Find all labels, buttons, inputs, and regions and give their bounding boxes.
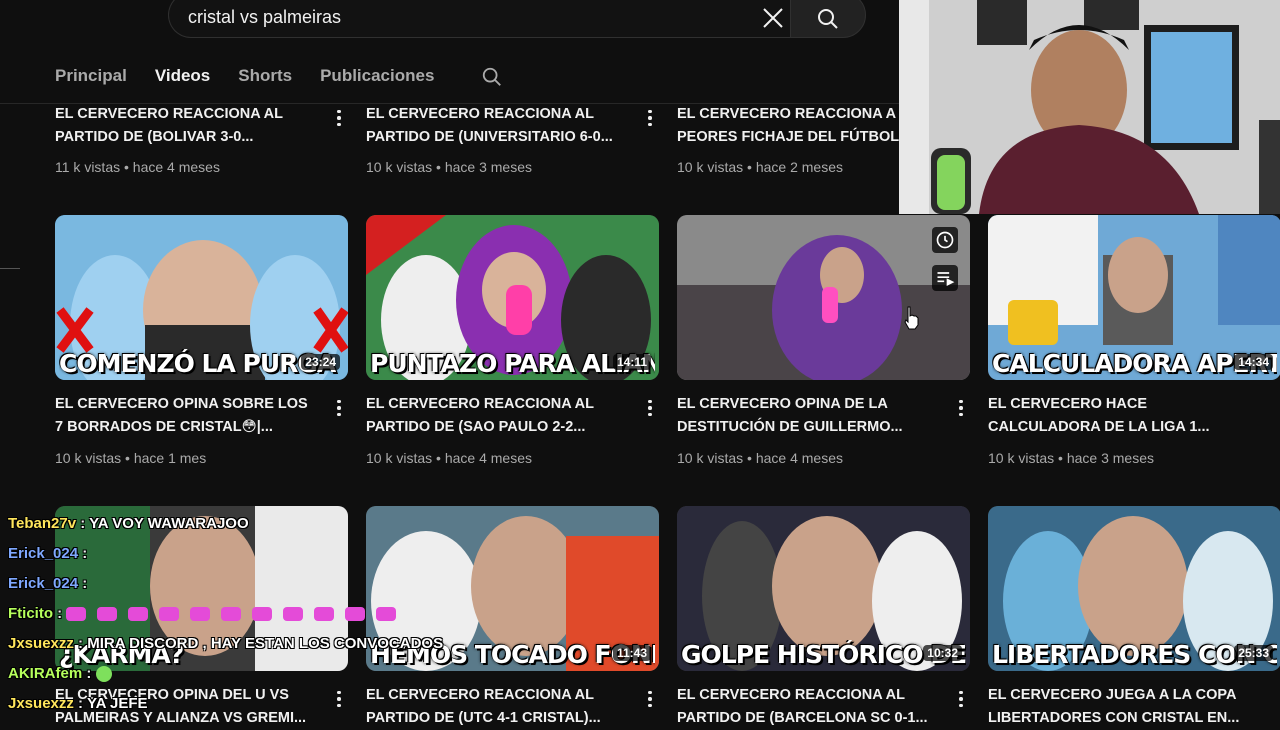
watch-later-button[interactable] bbox=[932, 227, 958, 253]
chat-username: Erick_024 bbox=[8, 575, 79, 592]
emote-icon bbox=[95, 666, 112, 683]
close-icon bbox=[763, 8, 783, 28]
video-meta: 11 k vistas • hace 4 meses bbox=[55, 159, 220, 175]
video-thumbnail[interactable]: CALCULADORA APERTURA 14:34 bbox=[988, 215, 1280, 380]
streamer-camera bbox=[899, 0, 1280, 214]
more-options-icon[interactable] bbox=[953, 688, 969, 710]
chat-username: Fticito bbox=[8, 605, 53, 622]
chat-message: Erick_024 : bbox=[8, 545, 88, 562]
chat-username: AKIRAfem bbox=[8, 665, 83, 682]
video-duration: 10:32 bbox=[923, 645, 962, 661]
video-meta: 10 k vistas • hace 1 mes bbox=[55, 450, 207, 466]
chat-message: Erick_024 : bbox=[8, 575, 88, 592]
chat-text: YA JEFE bbox=[86, 695, 148, 712]
video-card[interactable]: EL CERVECERO OPINA DE LA DESTITUCIÓN DE … bbox=[677, 215, 970, 466]
search-input[interactable]: cristal vs palmeiras bbox=[188, 7, 341, 28]
video-duration: 14:34 bbox=[1234, 354, 1273, 370]
search-button[interactable] bbox=[790, 0, 866, 38]
webcam-overlay bbox=[899, 0, 1280, 214]
channel-tabs: Principal Videos Shorts Publicaciones bbox=[55, 66, 462, 90]
chat-username: Teban27v bbox=[8, 515, 77, 532]
search-icon bbox=[482, 67, 501, 86]
chat-text: YA VOY WAWARAJOO bbox=[89, 515, 249, 532]
video-card[interactable]: CALCULADORA APERTURA 14:34 EL CERVECERO … bbox=[988, 215, 1280, 466]
video-title[interactable]: EL CERVECERO OPINA DE LA DESTITUCIÓN DE … bbox=[677, 393, 939, 439]
thumbnail-art bbox=[677, 215, 970, 380]
chat-username: Jxsuexzz bbox=[8, 635, 74, 652]
more-options-icon[interactable] bbox=[642, 688, 658, 710]
more-options-icon[interactable] bbox=[331, 397, 347, 419]
video-meta: 10 k vistas • hace 2 meses bbox=[677, 159, 843, 175]
emote-row bbox=[66, 605, 407, 622]
chat-username: Erick_024 bbox=[8, 545, 79, 562]
chat-message: Jxsuexzz : MIRA DISCORD , HAY ESTAN LOS … bbox=[8, 635, 444, 652]
video-thumbnail[interactable] bbox=[677, 215, 970, 380]
video-title[interactable]: EL CERVECERO HACE CALCULADORA DE LA LIGA… bbox=[988, 393, 1250, 439]
more-options-icon[interactable] bbox=[331, 107, 347, 129]
video-meta: 10 k vistas • hace 4 meses bbox=[366, 450, 532, 466]
video-title[interactable]: EL CERVECERO JUEGA A LA COPA LIBERTADORE… bbox=[988, 684, 1250, 730]
more-options-icon[interactable] bbox=[331, 688, 347, 710]
video-duration: 14:11 bbox=[612, 354, 651, 370]
video-meta: 10 k vistas • hace 4 meses bbox=[677, 450, 843, 466]
sidebar-edge bbox=[0, 268, 20, 269]
video-meta: 10 k vistas • hace 3 meses bbox=[366, 159, 532, 175]
search-icon bbox=[818, 9, 838, 29]
video-title[interactable]: EL CERVECERO OPINA SOBRE LOS 7 BORRADOS … bbox=[55, 393, 317, 439]
tab-shorts[interactable]: Shorts bbox=[238, 66, 292, 90]
tab-videos[interactable]: Videos bbox=[155, 66, 210, 90]
search-box[interactable]: cristal vs palmeiras bbox=[168, 0, 790, 38]
video-thumbnail[interactable]: PUNTAZO PARA ALIANZA 14:11 bbox=[366, 215, 659, 380]
chat-message: Fticito : bbox=[8, 605, 407, 622]
video-duration: 23:24 bbox=[301, 354, 340, 370]
video-card[interactable]: GOLPE HISTÓRICO DE LA U 10:32 EL CERVECE… bbox=[677, 506, 970, 726]
video-title[interactable]: EL CERVECERO REACCIONA AL PARTIDO DE (BO… bbox=[55, 103, 317, 149]
video-title[interactable]: EL CERVECERO REACCIONA AL PARTIDO DE (SA… bbox=[366, 393, 628, 439]
more-options-icon[interactable] bbox=[642, 397, 658, 419]
mouse-cursor bbox=[903, 306, 921, 335]
video-card[interactable]: LIBERTADORES CON CRISTAL #1 25:33 EL CER… bbox=[988, 506, 1280, 726]
chat-message: Teban27v : YA VOY WAWARAJOO bbox=[8, 515, 249, 532]
clock-icon bbox=[936, 231, 954, 249]
add-to-queue-button[interactable] bbox=[932, 265, 958, 291]
video-card[interactable]: PUNTAZO PARA ALIANZA 14:11 EL CERVECERO … bbox=[366, 215, 659, 466]
clear-search-button[interactable] bbox=[758, 3, 788, 33]
tab-principal[interactable]: Principal bbox=[55, 66, 127, 90]
hand-pointer-icon bbox=[904, 306, 919, 330]
video-thumbnail[interactable]: GOLPE HISTÓRICO DE LA U 10:32 bbox=[677, 506, 970, 671]
video-thumbnail[interactable]: LIBERTADORES CON CRISTAL #1 25:33 bbox=[988, 506, 1280, 671]
queue-icon bbox=[937, 272, 955, 287]
more-options-icon[interactable] bbox=[642, 107, 658, 129]
more-options-icon[interactable] bbox=[953, 397, 969, 419]
video-duration: 11:43 bbox=[612, 645, 651, 661]
video-duration: 25:33 bbox=[1234, 645, 1273, 661]
video-thumbnail[interactable]: COMENZÓ LA PURGA 23:24 bbox=[55, 215, 348, 380]
video-meta: 10 k vistas • hace 3 meses bbox=[988, 450, 1154, 466]
video-card[interactable]: COMENZÓ LA PURGA 23:24 EL CERVECERO OPIN… bbox=[55, 215, 348, 466]
video-title[interactable]: EL CERVECERO REACCIONA AL PARTIDO DE (UT… bbox=[366, 684, 628, 730]
channel-search-button[interactable] bbox=[481, 66, 503, 93]
video-title[interactable]: EL CERVECERO REACCIONA AL PARTIDO DE (UN… bbox=[366, 103, 628, 149]
chat-message: AKIRAfem : bbox=[8, 665, 112, 683]
tab-publicaciones[interactable]: Publicaciones bbox=[320, 66, 434, 90]
chat-message: Jxsuexzz : YA JEFE bbox=[8, 695, 148, 712]
chat-username: Jxsuexzz bbox=[8, 695, 74, 712]
chat-text: MIRA DISCORD , HAY ESTAN LOS CONVOCADOS bbox=[87, 635, 444, 652]
video-title[interactable]: EL CERVECERO REACCIONA AL PARTIDO DE (BA… bbox=[677, 684, 939, 730]
